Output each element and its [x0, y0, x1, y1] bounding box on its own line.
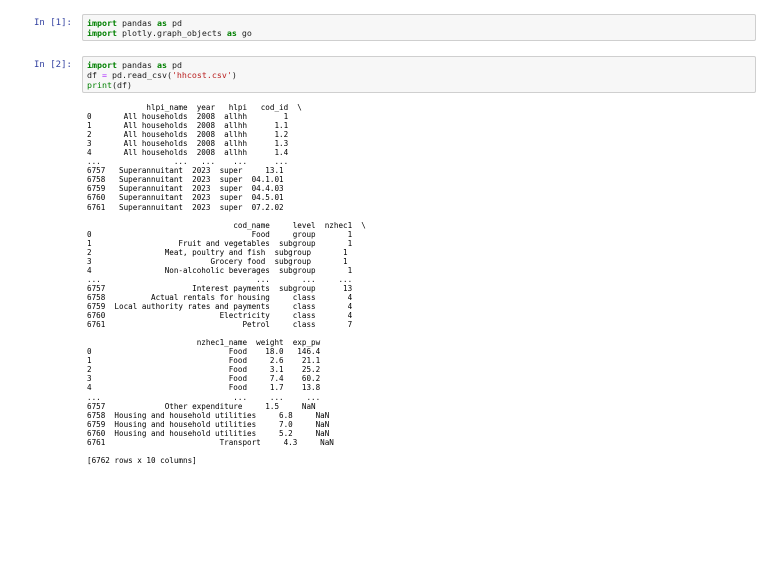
- code-token: as: [156, 60, 167, 70]
- output-line: ... ... ... ...: [87, 392, 321, 402]
- cell-output-2: hlpi_name year hlpi cod_id \ 0 All househ…: [87, 103, 366, 465]
- output-line: 3 All households 2008 allhh 1.3: [87, 139, 289, 149]
- code-token: pd.read_csv(: [107, 70, 172, 80]
- code-token: go: [236, 28, 252, 38]
- output-line: 0 Food 18.0 146.4: [87, 347, 321, 357]
- output-line: 6757 Interest payments subgroup 13: [87, 283, 353, 293]
- code-token: pd: [166, 18, 182, 28]
- output-line: 6760 Electricity class 4: [87, 311, 353, 321]
- code-input-1[interactable]: import pandas as pd import plotly.graph_…: [82, 14, 756, 41]
- output-line: hlpi_name year hlpi cod_id \: [87, 103, 302, 112]
- output-line: 2 Meat, poultry and fish subgroup 1: [87, 247, 348, 257]
- code-line: print(df): [87, 80, 751, 90]
- code-token: import: [87, 18, 117, 28]
- output-line: 4 Food 1.7 13.8: [87, 383, 321, 393]
- output-line: 0 Food group 1: [87, 229, 353, 239]
- output-line: 6758 Actual rentals for housing class 4: [87, 292, 353, 302]
- output-line: 6761 Superannuitant 2023 super 07.2.02: [87, 202, 284, 212]
- code-token: pandas: [116, 18, 157, 28]
- code-token: 'hhcost.csv': [171, 70, 232, 80]
- output-line: 2 Food 3.1 25.2: [87, 365, 321, 375]
- output-line: 3 Food 7.4 60.2: [87, 374, 321, 384]
- output-line: 6758 Superannuitant 2023 super 04.1.01: [87, 175, 284, 185]
- output-line: 1 Fruit and vegetables subgroup 1: [87, 238, 353, 248]
- output-line: 4 Non-alcoholic beverages subgroup 1: [87, 265, 353, 275]
- output-line: 6759 Superannuitant 2023 super 04.4.03: [87, 184, 284, 194]
- output-line: 0 All households 2008 allhh 1: [87, 112, 289, 122]
- code-token: as: [226, 28, 237, 38]
- code-token: pandas: [116, 60, 157, 70]
- code-token: import: [87, 28, 117, 38]
- code-line: import pandas as pd: [87, 60, 751, 70]
- output-line: nzhec1_name weight exp_pw: [87, 338, 321, 348]
- output-line: 1 All households 2008 allhh 1.1: [87, 121, 289, 131]
- code-token: import: [87, 60, 117, 70]
- output-line: 2 All households 2008 allhh 1.2: [87, 130, 289, 140]
- code-token: pd: [166, 60, 182, 70]
- output-line: 1 Food 2.6 21.1: [87, 356, 321, 366]
- code-token: as: [156, 18, 167, 28]
- code-line: import plotly.graph_objects as go: [87, 28, 751, 38]
- output-line: 6761 Transport 4.3 NaN: [87, 437, 334, 447]
- output-line: 6759 Housing and household utilities 7.0…: [87, 419, 330, 429]
- code-token: print: [87, 80, 112, 90]
- output-line: 3 Grocery food subgroup 1: [87, 256, 348, 266]
- output-line: 6758 Housing and household utilities 6.8…: [87, 410, 330, 420]
- output-line: 6760 Housing and household utilities 5.2…: [87, 428, 330, 438]
- output-line: cod_name level nzhec1 \: [87, 220, 366, 230]
- output-line: ... ... ... ...: [87, 274, 353, 284]
- output-line: 6757 Superannuitant 2023 super 13.1: [87, 166, 284, 176]
- output-line: 6760 Superannuitant 2023 super 04.5.01: [87, 193, 284, 203]
- output-line: [6762 rows x 10 columns]: [87, 455, 197, 465]
- output-line: 4 All households 2008 allhh 1.4: [87, 148, 289, 158]
- output-line: 6761 Petrol class 7: [87, 320, 353, 330]
- code-token: ): [231, 70, 237, 80]
- code-token: (df): [111, 80, 132, 90]
- code-token: plotly.graph_objects: [116, 28, 227, 38]
- output-line: ... ... ... ... ...: [87, 157, 289, 167]
- code-line: df = pd.read_csv('hhcost.csv'): [87, 70, 751, 80]
- code-token: df: [87, 70, 102, 80]
- output-line: 6759 Local authority rates and payments …: [87, 302, 353, 312]
- input-prompt-1: In [1]:: [34, 18, 72, 28]
- output-line: 6757 Other expenditure 1.5 NaN: [87, 401, 316, 411]
- input-prompt-2: In [2]:: [34, 60, 72, 70]
- code-line: import pandas as pd: [87, 18, 751, 28]
- code-input-2[interactable]: import pandas as pd df = pd.read_csv('hh…: [82, 56, 756, 93]
